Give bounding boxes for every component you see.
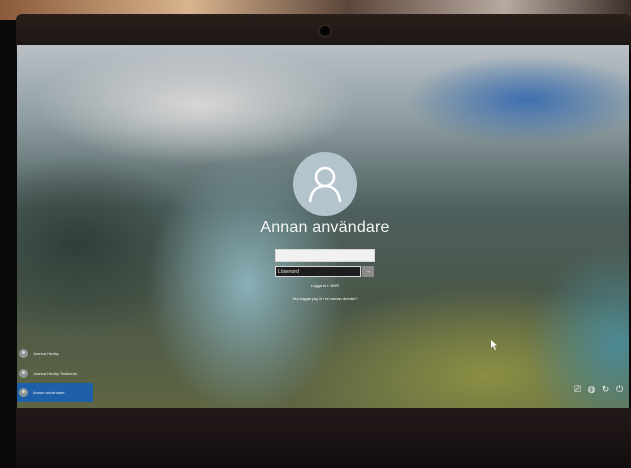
user-list-item[interactable]: Joanna Hedby Testkonto	[17, 364, 93, 383]
power-icon[interactable]: ⏻	[614, 384, 625, 395]
system-tray: ⎚ ◍ ↻ ⏻	[572, 384, 625, 395]
user-icon	[308, 166, 342, 203]
username-input[interactable]	[275, 249, 375, 262]
user-list-item[interactable]: Annan användare	[17, 383, 93, 402]
sign-in-domain-text: Logga in i: NHR	[310, 283, 340, 288]
globe-icon[interactable]: ◍	[586, 384, 597, 395]
user-list-item[interactable]: Joanna Hedby	[17, 344, 93, 363]
accessibility-icon[interactable]: ↻	[600, 384, 611, 395]
laptop-bezel-bottom	[16, 408, 631, 468]
user-list-item-label: Annan användare	[33, 390, 65, 395]
user-avatar	[293, 152, 357, 216]
password-row: Lösenord →	[275, 266, 375, 277]
webcam	[320, 26, 330, 36]
lock-screen: Annan användare Lösenord → Logga in i: N…	[17, 45, 629, 410]
other-domain-link[interactable]: Hur loggar jag in i en annan domän?	[245, 296, 405, 301]
password-input[interactable]: Lösenord	[275, 266, 361, 277]
login-panel: Annan användare Lösenord → Logga in i: N…	[17, 45, 629, 410]
account-name: Annan användare	[260, 219, 390, 236]
user-icon	[19, 349, 28, 358]
user-list-item-label: Joanna Hedby Testkonto	[33, 371, 77, 376]
mouse-cursor-icon	[491, 340, 497, 350]
user-icon	[19, 369, 28, 378]
submit-arrow-button[interactable]: →	[362, 266, 374, 277]
network-icon[interactable]: ⎚	[572, 384, 583, 395]
user-list-item-label: Joanna Hedby	[33, 351, 59, 356]
user-icon	[19, 388, 28, 397]
